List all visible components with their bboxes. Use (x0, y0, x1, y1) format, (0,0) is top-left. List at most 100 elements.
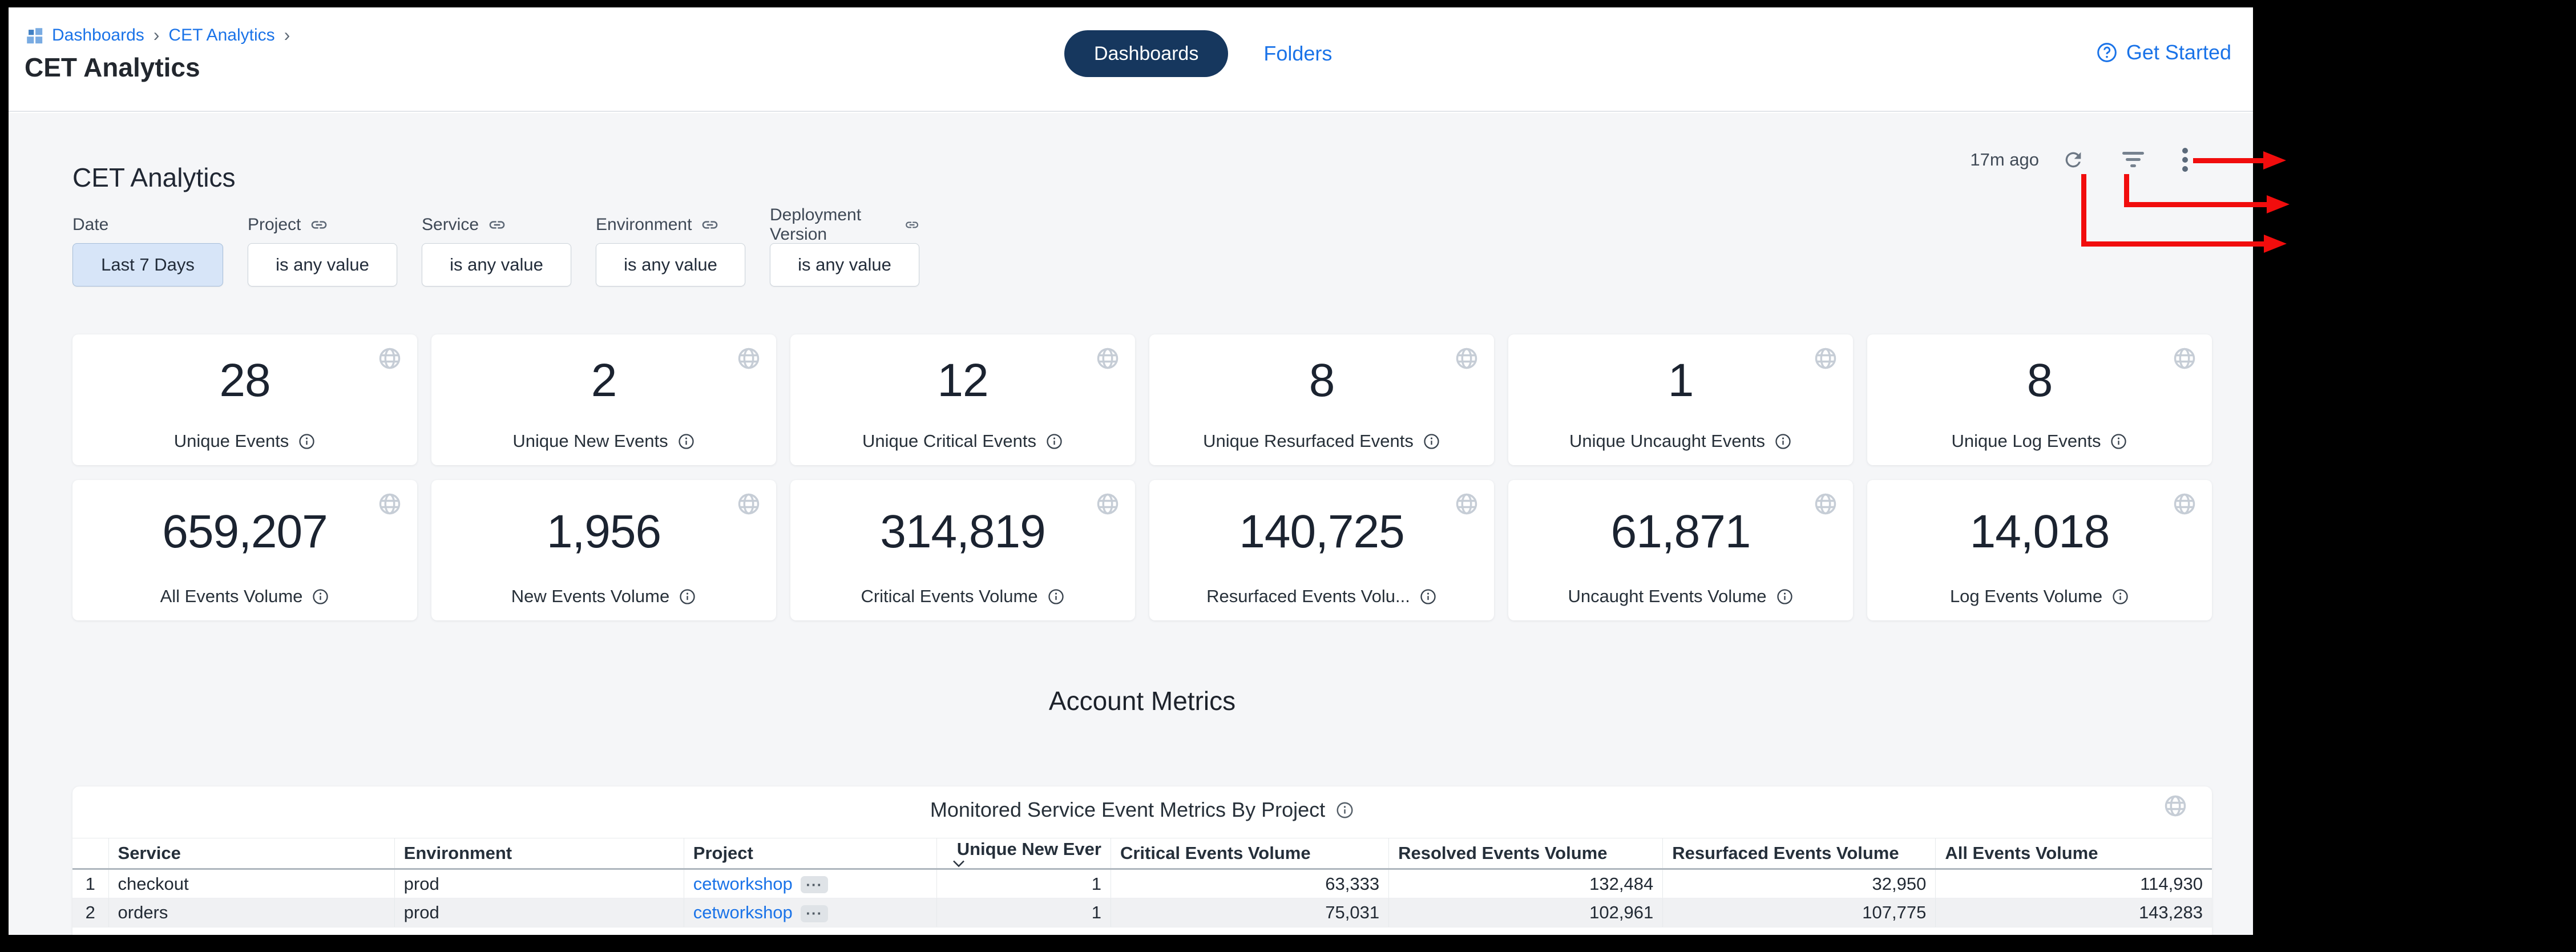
tile-value: 28 (219, 354, 270, 408)
globe-icon (2172, 491, 2197, 517)
filter-deployment-version-value[interactable]: is any value (770, 243, 919, 287)
filter-deployment-version-label: Deployment Version (770, 215, 919, 235)
globe-icon (1454, 346, 1479, 371)
info-icon[interactable] (677, 433, 695, 450)
col-environment[interactable]: Environment (394, 838, 684, 869)
tile-unique-uncaught-events[interactable]: 1 Unique Uncaught Events (1508, 334, 1853, 465)
info-icon[interactable] (679, 588, 696, 606)
tile-value: 2 (591, 354, 617, 408)
tile-all-events-volume[interactable]: 659,207 All Events Volume (72, 480, 417, 620)
filter-project-label: Project (248, 215, 397, 235)
col-critical-events-volume[interactable]: Critical Events Volume (1111, 838, 1388, 869)
dashboard-title: CET Analytics (72, 162, 235, 193)
tile-label: New Events Volume (511, 586, 669, 607)
screenshot-canvas: Dashboards › CET Analytics › CET Analyti… (0, 0, 2576, 952)
tile-label: Unique Critical Events (862, 431, 1036, 451)
link-icon (310, 216, 328, 234)
nav-tabs: Dashboards Folders (1064, 30, 1332, 77)
tile-value: 8 (1309, 354, 1335, 408)
info-icon[interactable] (298, 433, 316, 450)
row-number: 2 (72, 898, 108, 927)
cell-project: cetworkshop ··· (684, 898, 936, 927)
cell-critical: 75,031 (1111, 898, 1388, 927)
filter-icon[interactable] (2121, 150, 2145, 170)
filter-environment-value[interactable]: is any value (596, 243, 745, 287)
tile-unique-resurfaced-events[interactable]: 8 Unique Resurfaced Events (1149, 334, 1494, 465)
project-drill-menu-icon[interactable]: ··· (801, 905, 828, 922)
filter-date: Date Last 7 Days (72, 215, 223, 287)
tile-label: Unique Resurfaced Events (1203, 431, 1414, 451)
tab-dashboards[interactable]: Dashboards (1064, 30, 1228, 77)
tile-new-events-volume[interactable]: 1,956 New Events Volume (431, 480, 776, 620)
col-service[interactable]: Service (108, 838, 394, 869)
globe-icon (736, 491, 761, 517)
refresh-icon[interactable] (2062, 148, 2085, 171)
table-title: Monitored Service Event Metrics By Proje… (930, 798, 1325, 822)
info-icon[interactable] (1774, 433, 1792, 450)
globe-icon (1813, 491, 1838, 517)
cell-service: checkout (108, 869, 394, 898)
tile-label: Log Events Volume (1950, 586, 2102, 607)
tab-folders[interactable]: Folders (1263, 42, 1332, 66)
filter-service: Service is any value (422, 215, 571, 287)
info-icon[interactable] (1335, 801, 1354, 820)
filter-project-value[interactable]: is any value (248, 243, 397, 287)
cell-environment: prod (394, 869, 684, 898)
filter-date-value[interactable]: Last 7 Days (72, 243, 223, 287)
filter-service-value[interactable]: is any value (422, 243, 571, 287)
tile-critical-events-volume[interactable]: 314,819 Critical Events Volume (790, 480, 1135, 620)
info-icon[interactable] (1419, 588, 1437, 606)
col-resurfaced-events-volume[interactable]: Resurfaced Events Volume (1663, 838, 1936, 869)
tile-label: Uncaught Events Volume (1568, 586, 1766, 607)
tile-unique-new-events[interactable]: 2 Unique New Events (431, 334, 776, 465)
globe-icon (1095, 491, 1120, 517)
col-rownum (72, 838, 108, 869)
tile-unique-critical-events[interactable]: 12 Unique Critical Events (790, 334, 1135, 465)
project-link[interactable]: cetworkshop (693, 874, 793, 894)
tile-label: All Events Volume (160, 586, 303, 607)
tile-resurfaced-events-volume[interactable]: 140,725 Resurfaced Events Volu... (1149, 480, 1494, 620)
breadcrumb-separator: › (152, 25, 161, 46)
dashboards-grid-icon[interactable] (25, 26, 44, 45)
breadcrumb-separator: › (283, 25, 292, 46)
top-navigation-bar: Dashboards › CET Analytics › CET Analyti… (9, 7, 2253, 112)
col-project[interactable]: Project (684, 838, 936, 869)
project-link[interactable]: cetworkshop (693, 902, 793, 922)
col-resolved-events-volume[interactable]: Resolved Events Volume (1389, 838, 1663, 869)
tile-value: 8 (2027, 354, 2053, 408)
col-all-events-volume[interactable]: All Events Volume (1936, 838, 2212, 869)
kebab-menu-icon[interactable] (2182, 147, 2189, 172)
tile-log-events-volume[interactable]: 14,018 Log Events Volume (1867, 480, 2212, 620)
project-drill-menu-icon[interactable]: ··· (801, 876, 828, 893)
filter-deployment-version: Deployment Version is any value (770, 215, 919, 287)
tile-value: 12 (937, 354, 988, 408)
info-icon[interactable] (2110, 433, 2127, 450)
breadcrumb-cet-analytics[interactable]: CET Analytics (168, 26, 274, 45)
filter-service-label: Service (422, 215, 571, 235)
info-icon[interactable] (2111, 588, 2129, 606)
cell-resurfaced: 32,950 (1663, 869, 1936, 898)
link-icon (701, 216, 719, 234)
tile-value: 140,725 (1239, 505, 1404, 559)
globe-icon (736, 346, 761, 371)
tile-label: Unique Log Events (1952, 431, 2101, 451)
link-icon (905, 216, 919, 234)
tile-unique-log-events[interactable]: 8 Unique Log Events (1867, 334, 2212, 465)
cell-resolved: 102,961 (1389, 898, 1663, 927)
tile-value: 14,018 (1970, 505, 2110, 559)
col-unique-new-events[interactable]: Unique New Ever (936, 838, 1111, 869)
tile-uncaught-events-volume[interactable]: 61,871 Uncaught Events Volume (1508, 480, 1853, 620)
info-icon[interactable] (1776, 588, 1794, 606)
globe-icon (1095, 346, 1120, 371)
breadcrumb-dashboards[interactable]: Dashboards (52, 26, 144, 45)
tile-label: Unique New Events (512, 431, 668, 451)
info-icon[interactable] (1047, 588, 1065, 606)
get-started-button[interactable]: Get Started (2095, 41, 2231, 64)
info-icon[interactable] (312, 588, 329, 606)
page-title: CET Analytics (25, 52, 200, 83)
info-icon[interactable] (1045, 433, 1063, 450)
info-icon[interactable] (1423, 433, 1440, 450)
tile-unique-events[interactable]: 28 Unique Events (72, 334, 417, 465)
filter-environment-label: Environment (596, 215, 745, 235)
cell-environment: prod (394, 898, 684, 927)
